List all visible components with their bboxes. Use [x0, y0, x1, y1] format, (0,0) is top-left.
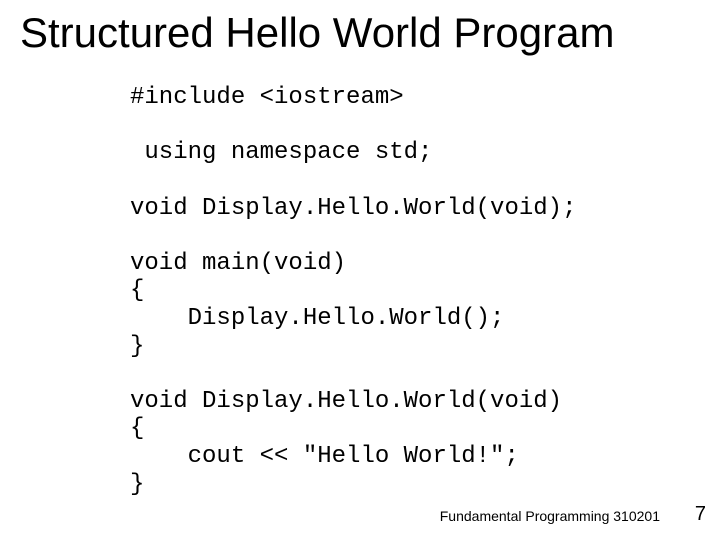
slide-title: Structured Hello World Program [20, 10, 700, 56]
code-line: using namespace std; [130, 139, 432, 166]
code-line: { [130, 277, 144, 304]
code-line: cout << "Hello World!"; [130, 443, 519, 470]
code-line: void Display.Hello.World(void); [130, 195, 576, 222]
page-number: 7 [695, 503, 706, 526]
code-line: void main(void) [130, 250, 346, 277]
code-line: Display.Hello.World(); [130, 305, 504, 332]
code-block: #include <iostream> using namespace std;… [130, 84, 700, 498]
code-line: } [130, 333, 144, 360]
code-line: } [130, 471, 144, 498]
slide: Structured Hello World Program #include … [0, 0, 720, 540]
code-line: #include <iostream> [130, 84, 404, 111]
code-line: { [130, 415, 144, 442]
code-line: void Display.Hello.World(void) [130, 388, 562, 415]
footer-text: Fundamental Programming 310201 [440, 508, 660, 524]
